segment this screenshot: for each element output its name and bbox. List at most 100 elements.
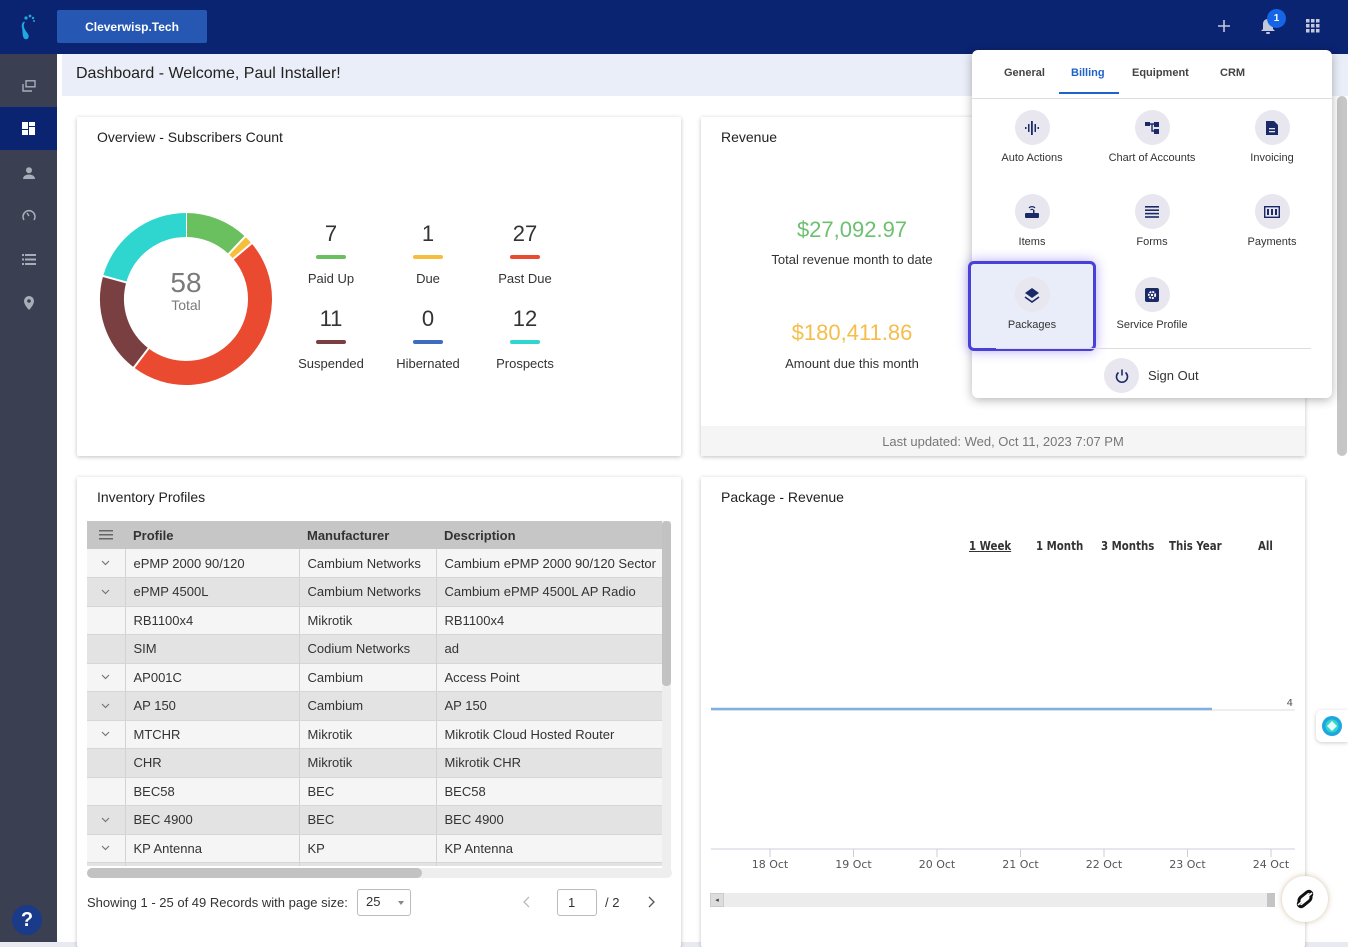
table-row[interactable]: ePMP 4500L Cambium Networks Cambium ePMP… <box>87 577 662 607</box>
stat-value: 12 <box>512 306 538 331</box>
total-revenue-label: Total revenue month to date <box>771 252 933 267</box>
cell-description: Mikrotik CHR <box>436 748 662 778</box>
power-icon <box>1104 358 1139 393</box>
table-row[interactable]: MTCHR Mikrotik Mikrotik Cloud Hosted Rou… <box>87 720 662 749</box>
table-row[interactable]: SIM Codium Networks ad <box>87 634 662 664</box>
tab-crm[interactable]: CRM <box>1220 67 1245 79</box>
quick-action-button[interactable] <box>1282 876 1328 922</box>
menu-item-payments[interactable]: Payments <box>1212 194 1332 248</box>
menu-item-invoicing[interactable]: Invoicing <box>1212 110 1332 164</box>
stat-value: 7 <box>324 221 338 246</box>
stat-label: Hibernated <box>396 356 460 371</box>
cell-description: ad <box>436 634 662 664</box>
menu-item-chart-of-accounts[interactable]: Chart of Accounts <box>1092 110 1212 164</box>
tab-divider <box>972 98 1332 99</box>
menu-item-label: Items <box>1018 236 1046 248</box>
stat-suspended: 11 Suspended <box>291 306 371 371</box>
help-button[interactable]: ? <box>12 905 42 935</box>
column-header-description[interactable]: Description <box>436 521 662 549</box>
page-number-input[interactable]: 1 <box>557 889 597 916</box>
range-1-month[interactable]: 1 Month <box>1036 539 1083 553</box>
inventory-table: Profile Manufacturer Description ePMP 20… <box>87 521 662 866</box>
tab-general[interactable]: General <box>1004 67 1045 79</box>
menu-item-items[interactable]: Items <box>972 194 1092 248</box>
cell-manufacturer <box>299 862 437 866</box>
tab-billing[interactable]: Billing <box>1071 67 1105 79</box>
next-page-button[interactable] <box>647 895 655 913</box>
cell-description <box>436 862 662 866</box>
column-menu-icon[interactable] <box>87 521 125 549</box>
stat-value: 11 <box>319 306 343 331</box>
package-revenue-title: Package - Revenue <box>721 489 844 505</box>
range-all[interactable]: All <box>1258 539 1273 553</box>
stat-paid-up: 7 Paid Up <box>291 221 371 286</box>
table-row[interactable]: RB1100x4 Mikrotik RB1100x4 <box>87 606 662 635</box>
sidebar-item-windows[interactable] <box>0 64 57 107</box>
table-vertical-scrollbar[interactable] <box>662 521 671 871</box>
cell-manufacturer: Mikrotik <box>299 748 437 778</box>
package-revenue-card: Package - Revenue 1 Week 1 Month 3 Months T… <box>701 477 1305 947</box>
chart-range-scrollbar[interactable]: ◂ <box>710 893 1275 907</box>
plus-icon[interactable] <box>1212 14 1236 38</box>
page-size-select[interactable]: 25 <box>357 889 411 916</box>
table-row[interactable]: AP 150 Cambium AP 150 <box>87 691 662 721</box>
expand-row-chevron-icon[interactable] <box>87 720 126 749</box>
menu-item-label: Forms <box>1136 236 1168 248</box>
range-this-year[interactable]: This Year <box>1169 539 1222 553</box>
amount-due: $180,411.86 <box>791 320 913 345</box>
logo-footprint-icon[interactable] <box>16 12 42 40</box>
list-icon <box>21 254 36 265</box>
cell-manufacturer: BEC <box>299 777 437 806</box>
row-spacer <box>87 862 126 866</box>
expand-row-chevron-icon[interactable] <box>87 691 126 721</box>
sidebar-item-users[interactable] <box>0 151 57 194</box>
expand-row-chevron-icon[interactable] <box>87 663 126 692</box>
cell-profile: KP Antenna <box>125 834 300 863</box>
table-row[interactable]: CHR Mikrotik Mikrotik CHR <box>87 748 662 778</box>
stat-value: 0 <box>421 306 435 331</box>
column-header-profile[interactable]: Profile <box>125 521 299 549</box>
donut-slice-paid-up[interactable] <box>185 213 246 255</box>
expand-row-chevron-icon[interactable] <box>87 577 126 607</box>
range-3-months[interactable]: 3 Months <box>1101 539 1154 553</box>
range-1-week[interactable]: 1 Week <box>969 539 1011 553</box>
table-row[interactable]: BEC 4900 BEC BEC 4900 <box>87 805 662 835</box>
company-switcher-button[interactable]: Cleverwisp.Tech <box>57 10 207 43</box>
table-row[interactable] <box>87 862 662 866</box>
settings-box-icon <box>1134 277 1170 312</box>
expand-row-chevron-icon[interactable] <box>87 834 126 863</box>
donut-slice-due[interactable] <box>228 236 252 259</box>
table-horizontal-scrollbar[interactable] <box>87 868 672 878</box>
table-row[interactable]: KP Antenna KP KP Antenna <box>87 834 662 863</box>
sidebar-item-list[interactable] <box>0 238 57 281</box>
pager-summary: Showing 1 - 25 of 49 Records with page s… <box>87 895 348 910</box>
expand-row-chevron-icon[interactable] <box>87 549 126 578</box>
prev-page-button[interactable] <box>523 895 531 911</box>
menu-item-service-profile[interactable]: Service Profile <box>1092 277 1212 331</box>
table-row[interactable]: ePMP 2000 90/120 Cambium Networks Cambiu… <box>87 549 662 578</box>
menu-item-auto-actions[interactable]: Auto Actions <box>972 110 1092 164</box>
menu-item-packages[interactable]: Packages <box>968 261 1096 351</box>
column-header-manufacturer[interactable]: Manufacturer <box>299 521 436 549</box>
scroll-left-button[interactable]: ◂ <box>710 893 724 907</box>
donut-slice-suspended[interactable] <box>100 275 149 368</box>
sign-out-button[interactable]: Sign Out <box>1104 358 1199 393</box>
page-vertical-scrollbar[interactable] <box>1337 96 1347 456</box>
sidebar-item-speed[interactable] <box>0 194 57 237</box>
apps-grid-icon[interactable] <box>1301 14 1325 38</box>
sidebar-item-dashboard[interactable] <box>0 107 57 150</box>
stat-label: Prospects <box>496 356 554 371</box>
sidebar-item-map[interactable] <box>0 281 57 324</box>
assistant-button[interactable] <box>1316 710 1348 742</box>
x-tick-label: 21 Oct <box>1002 858 1039 871</box>
lines-icon <box>1134 194 1170 229</box>
table-row[interactable]: BEC58 BEC BEC58 <box>87 777 662 806</box>
expand-row-chevron-icon[interactable] <box>87 805 126 835</box>
chevron-down-icon <box>398 901 404 905</box>
scroll-thumb[interactable] <box>1267 893 1275 907</box>
cell-description: Mikrotik Cloud Hosted Router <box>436 720 662 749</box>
menu-item-forms[interactable]: Forms <box>1092 194 1212 248</box>
inventory-card: Inventory Profiles Profile Manufacturer … <box>77 477 681 947</box>
tab-equipment[interactable]: Equipment <box>1132 67 1189 79</box>
table-row[interactable]: AP001C Cambium Access Point <box>87 663 662 692</box>
